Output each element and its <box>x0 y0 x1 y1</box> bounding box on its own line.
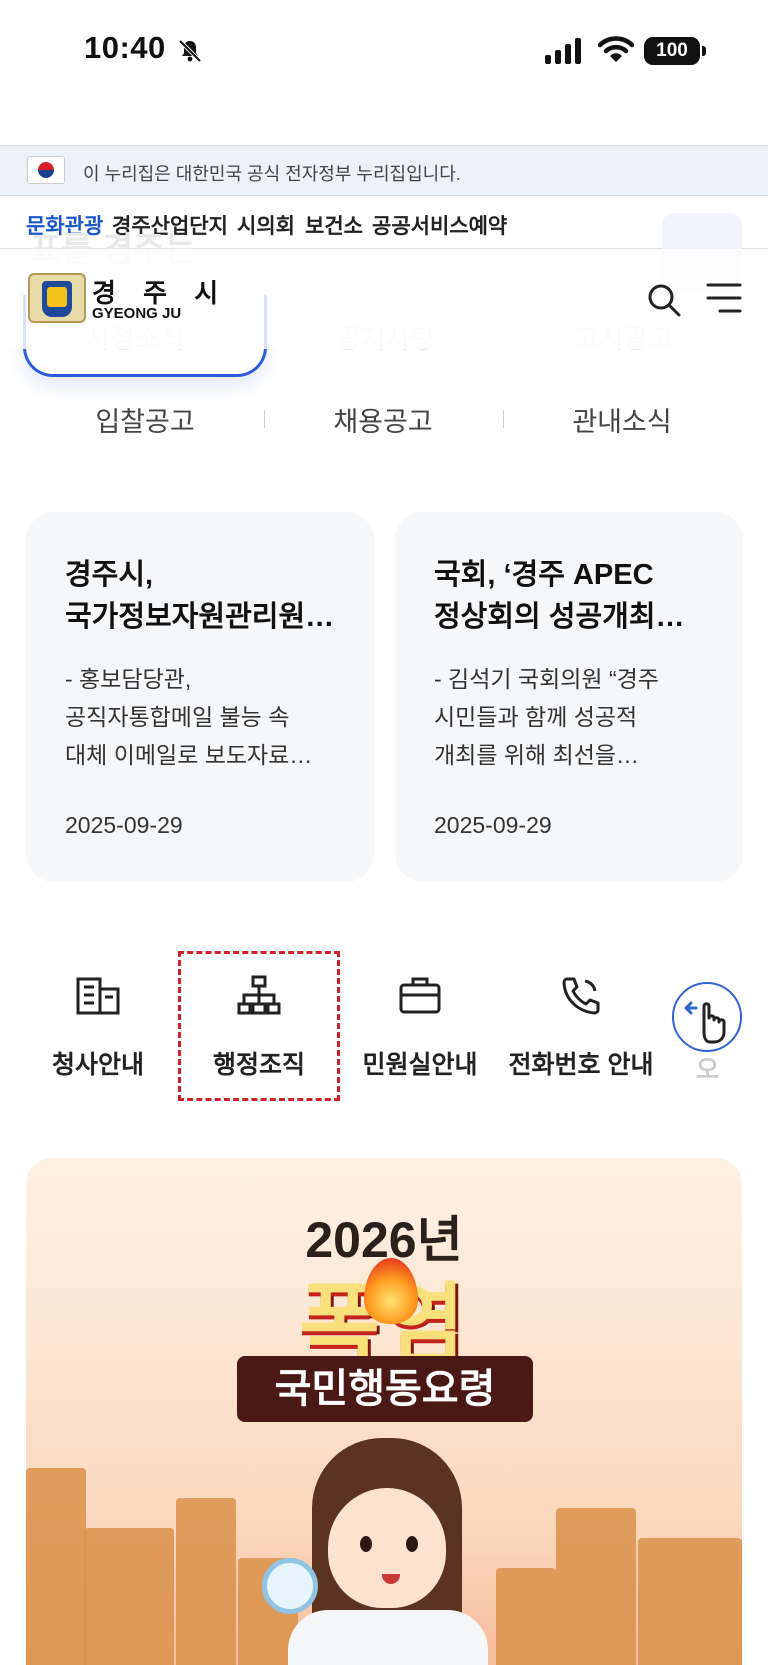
menu-icon[interactable] <box>706 281 742 315</box>
tab-divider <box>264 410 265 428</box>
logo-text-en[interactable]: GYEONG JU <box>92 305 181 322</box>
tab-local-news[interactable]: 관내소식 <box>522 400 722 439</box>
gov-banner-text: 이 누리집은 대한민국 공식 전자정부 누리집입니다. <box>83 164 461 184</box>
search-icon[interactable] <box>647 283 681 317</box>
selection-highlight <box>178 951 340 1101</box>
news-title-line: 국회, ‘경주 APEC <box>434 559 654 591</box>
quick-menu-civil[interactable]: 민원실안내 <box>340 945 500 1079</box>
building-shape <box>84 1528 174 1665</box>
site-header: 경 주 시 GYEONG JU <box>0 249 768 349</box>
building-shape <box>26 1468 86 1665</box>
news-desc-line: - 홍보담당관, <box>65 666 192 692</box>
gov-banner: 이 누리집은 대한민국 공식 전자정부 누리집입니다. <box>0 145 768 196</box>
gesture-button[interactable] <box>672 982 742 1052</box>
news-desc-line: 공직자통합메일 불능 속 <box>65 704 290 730</box>
status-time: 10:40 <box>84 30 166 65</box>
quick-menu-building[interactable]: 청사안내 <box>18 945 178 1079</box>
news-desc-line: - 김석기 국회의원 “경주 <box>434 666 659 692</box>
heatwave-banner[interactable]: 2026년 폭염 국민행동요령 <box>26 1158 742 1665</box>
news-date: 2025-09-29 <box>434 812 552 838</box>
tab-bid[interactable]: 입찰공고 <box>45 400 245 439</box>
quick-menu-partial-label[interactable]: 오 <box>696 1050 719 1086</box>
news-desc-line: 대체 이메일로 보도자료… <box>65 742 313 768</box>
tab-recruit[interactable]: 채용공고 <box>283 400 483 439</box>
building-icon <box>76 977 120 1015</box>
banner-subtitle: 국민행동요령 <box>237 1356 533 1422</box>
wifi-icon <box>598 36 634 62</box>
news-title-line: 경주시, <box>65 559 154 591</box>
briefcase-icon <box>399 977 441 1014</box>
quick-link-health[interactable]: 보건소 <box>305 210 363 240</box>
status-bar: 10:40 100 <box>0 0 768 104</box>
notice-tabs-row2: 입찰공고 채용공고 관내소식 <box>0 400 768 440</box>
quick-link-council[interactable]: 시의회 <box>237 210 295 240</box>
character-eye <box>360 1536 372 1552</box>
city-emblem-logo[interactable] <box>28 273 86 323</box>
quick-menu-label: 민원실안내 <box>362 1051 478 1079</box>
phone-icon <box>562 977 600 1015</box>
news-card[interactable]: 경주시, 국가정보자원관리원… - 홍보담당관, 공직자통합메일 불능 속 대체… <box>26 512 374 882</box>
news-description: - 홍보담당관, 공직자통합메일 불능 속 대체 이메일로 보도자료… <box>65 660 355 774</box>
character-eye <box>406 1536 418 1552</box>
korean-flag-icon <box>27 156 65 184</box>
building-shape <box>638 1538 742 1665</box>
quick-menu-phone[interactable]: 전화번호 안내 <box>501 945 661 1079</box>
character-coat <box>288 1610 488 1665</box>
news-desc-line: 개최를 위해 최선을… <box>434 742 640 768</box>
hand-pointer-icon <box>684 1001 726 1044</box>
news-title-line: 국가정보자원관리원… <box>65 601 335 633</box>
building-shape <box>496 1568 556 1665</box>
character-face <box>328 1488 446 1608</box>
building-shape <box>556 1508 636 1665</box>
news-title: 국회, ‘경주 APEC 정상회의 성공개최… <box>434 554 714 638</box>
news-card[interactable]: 국회, ‘경주 APEC 정상회의 성공개최… - 김석기 국회의원 “경주 시… <box>395 512 743 882</box>
quick-menu-label: 청사안내 <box>51 1051 144 1079</box>
building-shape <box>176 1498 236 1665</box>
news-desc-line: 시민들과 함께 성공적 <box>434 704 638 730</box>
tab-divider <box>503 410 504 428</box>
battery-indicator: 100 <box>644 37 706 65</box>
quick-link-reservation[interactable]: 공공서비스예약 <box>372 210 507 240</box>
news-date: 2025-09-29 <box>65 812 183 838</box>
signal-icon <box>545 38 581 64</box>
bell-muted-icon <box>178 39 202 63</box>
news-title: 경주시, 국가정보자원관리원… <box>65 554 345 638</box>
handheld-fan-icon <box>262 1558 318 1614</box>
news-description: - 김석기 국회의원 “경주 시민들과 함께 성공적 개최를 위해 최선을… <box>434 660 724 774</box>
quick-menu-label: 전화번호 안내 <box>508 1051 654 1079</box>
news-title-line: 정상회의 성공개최… <box>434 601 685 633</box>
